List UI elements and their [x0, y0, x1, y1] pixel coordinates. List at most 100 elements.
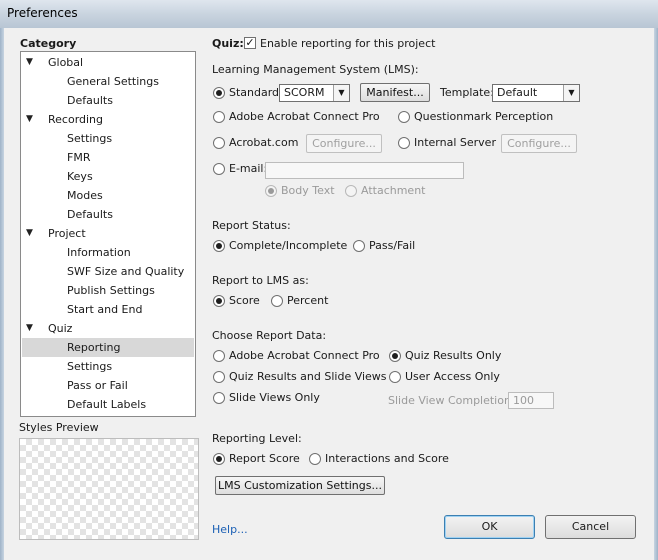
- window-title: Preferences: [7, 6, 78, 20]
- standard-select[interactable]: SCORM ▼: [279, 84, 350, 102]
- percent-label[interactable]: Percent: [287, 294, 328, 307]
- tree-item-settings[interactable]: Settings: [22, 357, 194, 376]
- tree-item-label: Settings: [67, 132, 113, 145]
- internal-server-radio[interactable]: [398, 137, 410, 149]
- cancel-button[interactable]: Cancel: [545, 515, 636, 539]
- questionmark-radio[interactable]: [398, 111, 410, 123]
- tree-item-project[interactable]: ▼ Project: [22, 224, 194, 243]
- tree-item-publish-settings[interactable]: Publish Settings: [22, 281, 194, 300]
- standard-select-value: SCORM: [284, 86, 325, 99]
- report-score-radio[interactable]: [213, 453, 225, 465]
- tree-item-label: Information: [67, 246, 131, 259]
- pass-fail-label[interactable]: Pass/Fail: [369, 239, 415, 252]
- report-adobe-connect-radio[interactable]: [213, 350, 225, 362]
- standard-label[interactable]: Standard:: [229, 86, 283, 99]
- user-access-label[interactable]: User Access Only: [405, 370, 500, 383]
- slide-view-completion-field[interactable]: 100: [508, 392, 554, 409]
- expand-arrow-icon[interactable]: ▼: [26, 224, 33, 243]
- category-label: Category: [20, 37, 77, 50]
- tree-item-information[interactable]: Information: [22, 243, 194, 262]
- tree-item-reporting[interactable]: Reporting: [22, 338, 194, 357]
- category-tree[interactable]: ▼ Global General Settings Defaults ▼ Recordin…: [20, 51, 196, 417]
- tree-item-label: Global: [48, 56, 84, 69]
- tree-item-global[interactable]: ▼ Global: [22, 53, 194, 72]
- attachment-radio[interactable]: [345, 185, 357, 197]
- tree-item-label: Keys: [67, 170, 93, 183]
- configure-internal-button[interactable]: Configure...: [501, 134, 577, 153]
- quiz-and-slides-label[interactable]: Quiz Results and Slide Views: [229, 370, 387, 383]
- report-adobe-connect-label[interactable]: Adobe Acrobat Connect Pro: [229, 349, 380, 362]
- score-label[interactable]: Score: [229, 294, 260, 307]
- body-text-label[interactable]: Body Text: [281, 184, 335, 197]
- tree-item-defaults[interactable]: Defaults: [22, 205, 194, 224]
- email-radio[interactable]: [213, 163, 225, 175]
- slide-view-completion-label: Slide View Completion: [388, 394, 511, 407]
- acrobat-com-label[interactable]: Acrobat.com: [229, 136, 298, 149]
- tree-item-label: Default Labels: [67, 398, 147, 411]
- tree-item-recording[interactable]: ▼ Recording: [22, 110, 194, 129]
- title-bar: Preferences: [0, 0, 658, 28]
- tree-item-pass-or-fail[interactable]: Pass or Fail: [22, 376, 194, 395]
- tree-item-label: Recording: [48, 113, 104, 126]
- tree-item-label: Project: [48, 227, 86, 240]
- expand-arrow-icon[interactable]: ▼: [26, 110, 33, 129]
- tree-item-label: Publish Settings: [67, 284, 155, 297]
- tree-item-label: FMR: [67, 151, 91, 164]
- tree-item-defaults[interactable]: Defaults: [22, 91, 194, 110]
- attachment-label[interactable]: Attachment: [361, 184, 426, 197]
- slide-views-only-radio[interactable]: [213, 392, 225, 404]
- internal-server-label[interactable]: Internal Server: [414, 136, 496, 149]
- score-radio[interactable]: [213, 295, 225, 307]
- questionmark-label[interactable]: Questionmark Perception: [414, 110, 553, 123]
- complete-incomplete-radio[interactable]: [213, 240, 225, 252]
- expand-arrow-icon[interactable]: ▼: [26, 319, 33, 338]
- tree-item-general-settings[interactable]: General Settings: [22, 72, 194, 91]
- adobe-connect-label[interactable]: Adobe Acrobat Connect Pro: [229, 110, 380, 123]
- body-text-radio[interactable]: [265, 185, 277, 197]
- quiz-label: Quiz:: [212, 37, 244, 50]
- tree-item-default-labels[interactable]: Default Labels: [22, 395, 194, 414]
- email-label[interactable]: E-mail:: [229, 162, 267, 175]
- tree-item-quiz[interactable]: ▼ Quiz: [22, 319, 194, 338]
- tree-item-modes[interactable]: Modes: [22, 186, 194, 205]
- tree-item-label: Quiz: [48, 322, 73, 335]
- expand-arrow-icon[interactable]: ▼: [26, 53, 33, 72]
- adobe-connect-radio[interactable]: [213, 111, 225, 123]
- tree-item-label: Modes: [67, 189, 103, 202]
- tree-item-start-and-end[interactable]: Start and End: [22, 300, 194, 319]
- interactions-score-label[interactable]: Interactions and Score: [325, 452, 449, 465]
- window-frame-right: [654, 28, 658, 560]
- acrobat-com-radio[interactable]: [213, 137, 225, 149]
- tree-item-fmr[interactable]: FMR: [22, 148, 194, 167]
- complete-incomplete-label[interactable]: Complete/Incomplete: [229, 239, 347, 252]
- percent-radio[interactable]: [271, 295, 283, 307]
- tree-item-label: SWF Size and Quality: [67, 265, 185, 278]
- lms-customization-button[interactable]: LMS Customization Settings...: [215, 476, 385, 495]
- chevron-down-icon: ▼: [563, 85, 579, 101]
- template-select-value: Default: [497, 86, 538, 99]
- ok-button[interactable]: OK: [444, 515, 535, 539]
- tree-item-keys[interactable]: Keys: [22, 167, 194, 186]
- report-score-label[interactable]: Report Score: [229, 452, 300, 465]
- chevron-down-icon: ▼: [333, 85, 349, 101]
- template-select[interactable]: Default ▼: [492, 84, 580, 102]
- quiz-and-slides-radio[interactable]: [213, 371, 225, 383]
- preferences-window: Preferences Category ▼ Global General Sett…: [0, 0, 658, 560]
- enable-reporting-label[interactable]: Enable reporting for this project: [260, 37, 435, 50]
- user-access-radio[interactable]: [389, 371, 401, 383]
- report-to-lms-heading: Report to LMS as:: [212, 274, 309, 287]
- tree-item-settings[interactable]: Settings: [22, 129, 194, 148]
- manifest-button[interactable]: Manifest...: [360, 83, 430, 102]
- quiz-results-only-radio[interactable]: [389, 350, 401, 362]
- interactions-score-radio[interactable]: [309, 453, 321, 465]
- enable-reporting-checkbox[interactable]: ✓: [244, 37, 256, 49]
- pass-fail-radio[interactable]: [353, 240, 365, 252]
- configure-acrobat-button[interactable]: Configure...: [306, 134, 382, 153]
- slide-views-only-label[interactable]: Slide Views Only: [229, 391, 320, 404]
- help-link[interactable]: Help...: [212, 523, 248, 536]
- quiz-results-only-label[interactable]: Quiz Results Only: [405, 349, 501, 362]
- standard-radio[interactable]: [213, 87, 225, 99]
- tree-item-label: Defaults: [67, 94, 113, 107]
- email-field[interactable]: [265, 162, 464, 179]
- tree-item-swf-size-and-quality[interactable]: SWF Size and Quality: [22, 262, 194, 281]
